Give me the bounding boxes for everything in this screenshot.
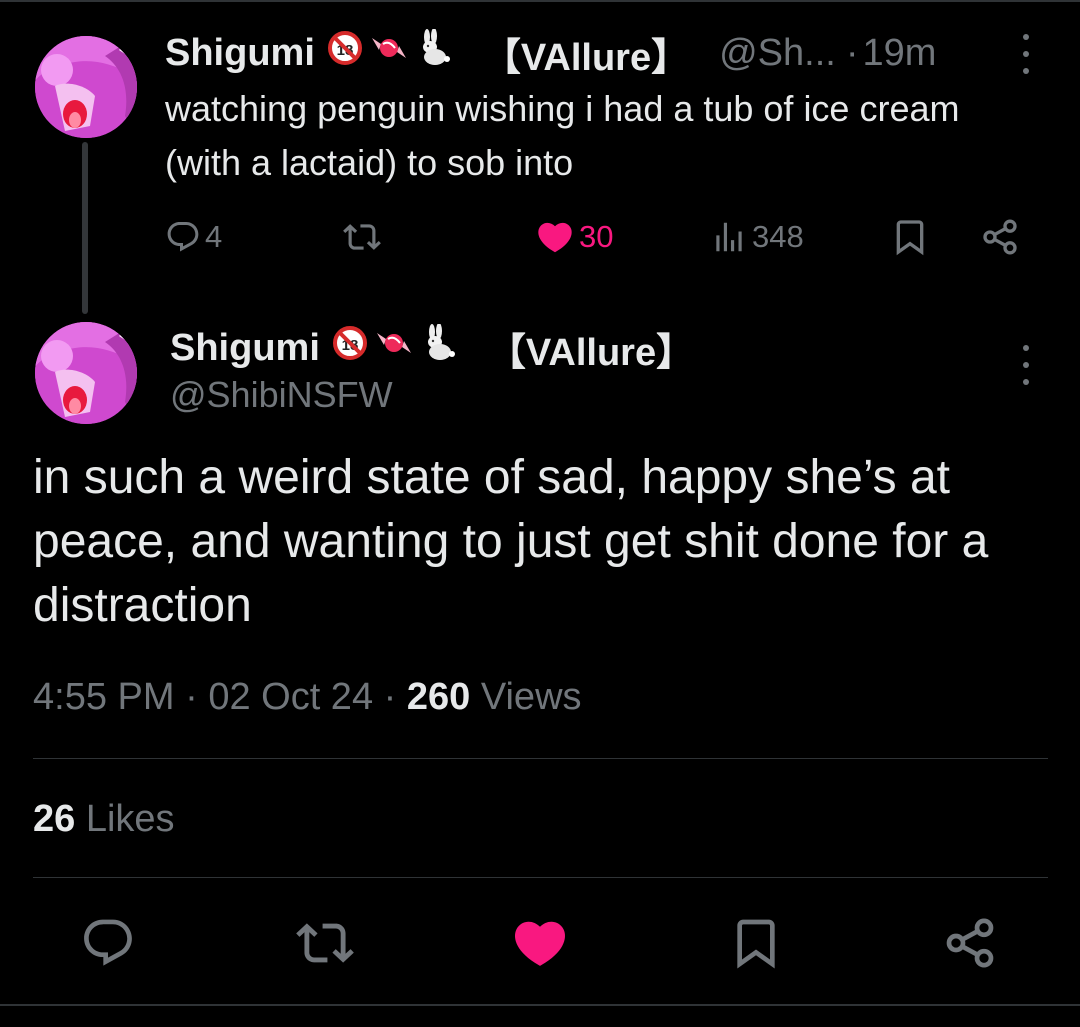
analytics-icon [716, 222, 742, 252]
heart-filled-icon [514, 921, 566, 966]
more-options-icon[interactable] [1020, 34, 1032, 74]
no-under-18-emoji: 18 [332, 325, 368, 371]
candy-emoji [374, 325, 414, 371]
no-under-18-emoji: 18 [327, 30, 363, 76]
separator-dot: · [185, 676, 198, 718]
views-count: 260 [406, 676, 471, 718]
bookmark-icon [737, 919, 775, 969]
tweet-header: Shigumi 18 [165, 28, 1045, 79]
views-label: Views [480, 676, 582, 718]
reply-count: 4 [205, 219, 223, 254]
share-button[interactable] [980, 212, 1020, 262]
avatar[interactable] [35, 322, 137, 424]
handle[interactable]: @ShibiNSFW [170, 374, 393, 416]
tweet-action-bar [0, 905, 1080, 981]
author-name-row: Shigumi 18 [170, 323, 695, 374]
view-count: 348 [752, 219, 804, 254]
candy-emoji [369, 30, 409, 76]
separator-dot: · [383, 676, 397, 718]
rabbit-emoji [415, 28, 451, 77]
like-button[interactable]: 30 [535, 212, 613, 262]
likes-label: Likes [85, 798, 175, 840]
more-options-icon[interactable] [1020, 345, 1032, 385]
separator-dot: · [845, 31, 859, 74]
reply-button[interactable] [70, 905, 146, 981]
bookmark-icon [896, 220, 924, 256]
share-icon [946, 918, 994, 968]
repost-button[interactable] [343, 212, 381, 262]
rabbit-emoji [420, 323, 456, 372]
tweet-actions: 4 30 348 [165, 212, 1035, 262]
name-emojis: 18 [327, 28, 451, 77]
likes-count: 26 [33, 798, 76, 840]
bottom-border [0, 1004, 1080, 1006]
reply-button[interactable]: 4 [165, 212, 222, 262]
share-button[interactable] [932, 905, 1008, 981]
share-icon [983, 219, 1017, 255]
post-time[interactable]: 4:55 PM [33, 676, 175, 718]
display-name[interactable]: Shigumi [170, 327, 320, 370]
repost-icon [343, 224, 381, 250]
avatar[interactable] [35, 36, 137, 138]
name-emojis: 18 [332, 323, 456, 372]
likes-summary[interactable]: 26 Likes [33, 798, 175, 841]
repost-button[interactable] [287, 905, 363, 981]
divider [33, 758, 1048, 759]
parent-tweet[interactable]: Shigumi 18 [0, 0, 1080, 315]
post-date[interactable]: 02 Oct 24 [208, 676, 373, 718]
name-tag: 【VAllure】 [487, 331, 695, 374]
divider [33, 877, 1048, 878]
heart-filled-icon [538, 222, 572, 253]
reply-icon [167, 222, 199, 252]
like-button[interactable] [502, 905, 578, 981]
reply-icon [84, 919, 132, 966]
tweet-meta: 4:55 PM · 02 Oct 24 · 260 Views [33, 676, 582, 719]
repost-icon [296, 923, 354, 963]
timestamp[interactable]: 19m [863, 32, 937, 75]
handle[interactable]: @Sh... [719, 32, 836, 75]
tweet-text: in such a weird state of sad, happy she’… [33, 451, 989, 632]
bookmark-button[interactable] [718, 905, 794, 981]
views-button[interactable]: 348 [710, 212, 804, 262]
bookmark-button[interactable] [890, 212, 930, 262]
like-count: 30 [579, 219, 614, 254]
display-name[interactable]: Shigumi [165, 32, 315, 75]
name-tag: 【VAllure】 [482, 36, 690, 79]
tweet-text: watching penguin wishing i had a tub of … [165, 88, 960, 183]
thread-line [82, 142, 88, 314]
